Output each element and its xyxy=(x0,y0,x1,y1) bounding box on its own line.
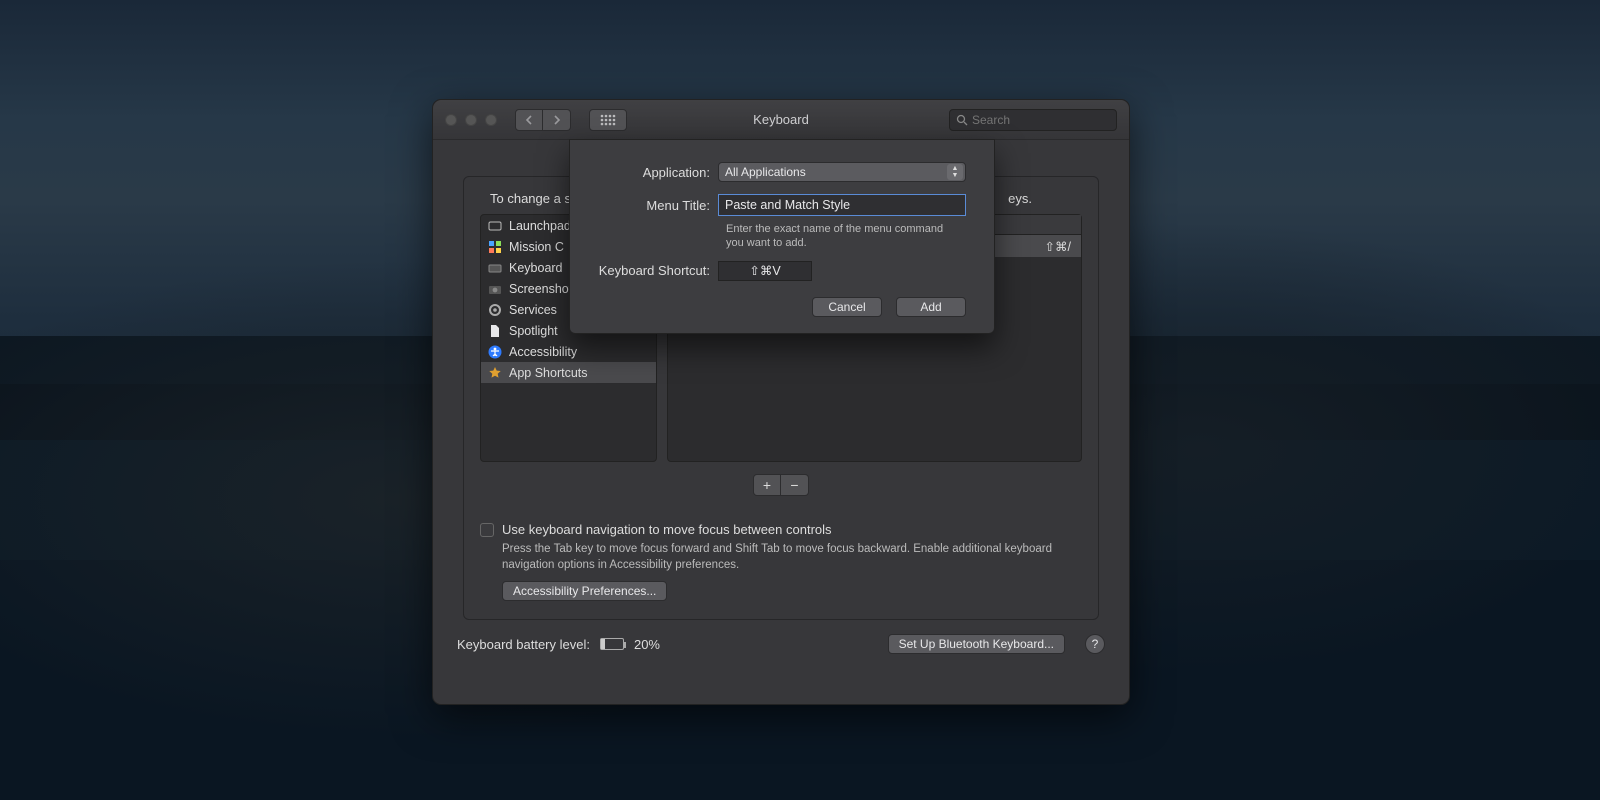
footer: Keyboard battery level: 20% Set Up Bluet… xyxy=(433,620,1129,654)
add-confirm-button[interactable]: Add xyxy=(896,297,966,317)
category-label: Launchpad xyxy=(509,219,571,233)
checkbox-label: Use keyboard navigation to move focus be… xyxy=(502,522,832,537)
instruction-text: To change a sh xyxy=(490,191,578,206)
show-all-button[interactable] xyxy=(589,109,627,131)
battery-percent: 20% xyxy=(634,637,660,652)
help-button[interactable]: ? xyxy=(1085,634,1105,654)
category-label: Mission C xyxy=(509,240,564,254)
window-controls xyxy=(445,114,497,126)
preferences-window: Keyboard To change a sh eys. Launchpad Mi… xyxy=(432,99,1130,705)
keyboard-icon xyxy=(487,260,503,276)
back-button[interactable] xyxy=(515,109,543,131)
nav-group xyxy=(515,109,571,131)
access-icon xyxy=(487,344,503,360)
search-field[interactable] xyxy=(949,109,1117,131)
category-label: Accessibility xyxy=(509,345,577,359)
doc-icon xyxy=(487,323,503,339)
search-icon xyxy=(956,114,968,126)
category-row[interactable]: Accessibility xyxy=(481,341,656,362)
instruction-text-end: eys. xyxy=(1008,191,1032,206)
shortcut-row-keys: ⇧⌘/ xyxy=(1045,239,1071,254)
close-icon[interactable] xyxy=(445,114,457,126)
titlebar: Keyboard xyxy=(433,100,1129,140)
menu-title-hint: Enter the exact name of the menu command… xyxy=(726,222,966,251)
star-icon xyxy=(487,365,503,381)
application-select[interactable]: All Applications ▲▼ xyxy=(718,162,966,182)
add-button[interactable]: + xyxy=(753,474,781,496)
add-shortcut-sheet: Application: All Applications ▲▼ Menu Ti… xyxy=(569,139,995,334)
cancel-button[interactable]: Cancel xyxy=(812,297,882,317)
grid4-icon xyxy=(487,239,503,255)
forward-button[interactable] xyxy=(543,109,571,131)
add-remove-group: + − xyxy=(753,474,809,496)
category-label: Spotlight xyxy=(509,324,558,338)
bluetooth-keyboard-button[interactable]: Set Up Bluetooth Keyboard... xyxy=(888,634,1065,654)
application-value: All Applications xyxy=(725,165,806,179)
zoom-icon[interactable] xyxy=(485,114,497,126)
menu-title-input[interactable] xyxy=(718,194,966,216)
camera-icon xyxy=(487,281,503,297)
category-label: Keyboard xyxy=(509,261,563,275)
keyboard-nav-hint: Press the Tab key to move focus forward … xyxy=(502,541,1082,573)
rocket-icon xyxy=(487,218,503,234)
accessibility-prefs-button[interactable]: Accessibility Preferences... xyxy=(502,581,667,601)
category-label: Services xyxy=(509,303,557,317)
shortcut-label: Keyboard Shortcut: xyxy=(598,263,718,278)
chevron-updown-icon: ▲▼ xyxy=(947,164,963,180)
gear-icon xyxy=(487,302,503,318)
category-label: App Shortcuts xyxy=(509,366,588,380)
category-row[interactable]: App Shortcuts xyxy=(481,362,656,383)
keyboard-nav-checkbox[interactable]: Use keyboard navigation to move focus be… xyxy=(480,522,1082,537)
battery-label: Keyboard battery level: xyxy=(457,637,590,652)
menu-title-label: Menu Title: xyxy=(598,198,718,213)
battery-icon xyxy=(600,638,624,650)
application-label: Application: xyxy=(598,165,718,180)
shortcut-input[interactable]: ⇧⌘V xyxy=(718,261,812,281)
checkbox-icon xyxy=(480,523,494,537)
search-input[interactable] xyxy=(972,113,1127,127)
minimize-icon[interactable] xyxy=(465,114,477,126)
remove-button[interactable]: − xyxy=(781,474,809,496)
category-label: Screenshot xyxy=(509,282,572,296)
